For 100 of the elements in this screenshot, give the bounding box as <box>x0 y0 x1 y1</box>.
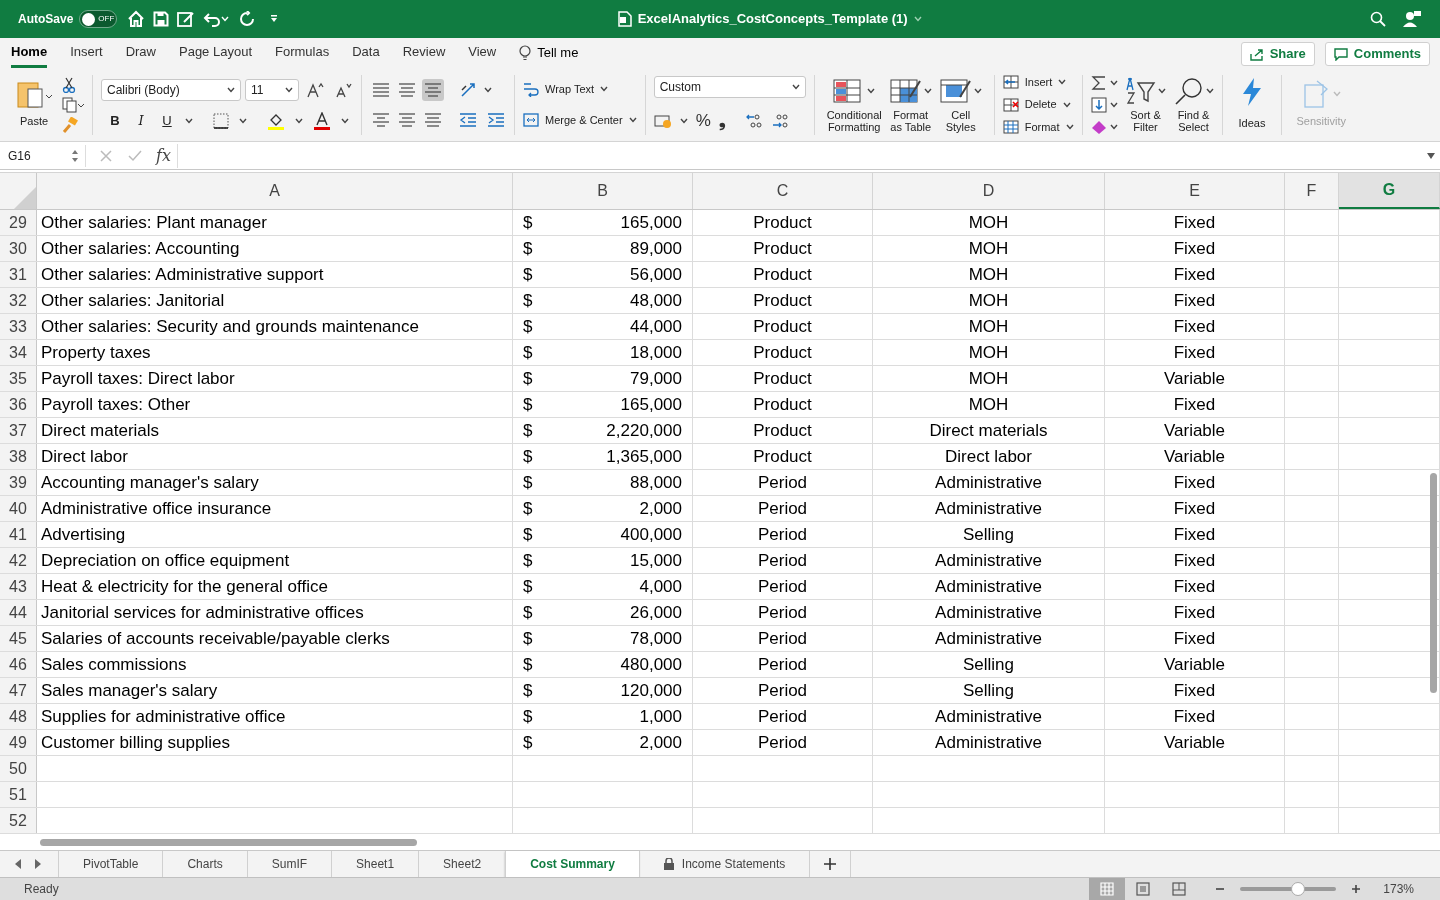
row-header[interactable]: 31 <box>0 262 37 287</box>
next-sheet-icon[interactable] <box>34 859 42 869</box>
ideas-button[interactable]: Ideas <box>1238 77 1266 132</box>
caret-icon[interactable] <box>1109 101 1118 108</box>
row-header[interactable]: 44 <box>0 600 37 625</box>
caret-icon[interactable] <box>1157 87 1166 94</box>
column-header[interactable]: G <box>1339 173 1440 209</box>
row-header[interactable]: 43 <box>0 574 37 599</box>
column-header[interactable]: C <box>693 173 873 209</box>
decrease-indent-icon[interactable] <box>458 111 478 128</box>
ribbon-tab[interactable]: View <box>468 38 497 68</box>
caret-icon[interactable] <box>1062 101 1071 108</box>
caret-icon[interactable] <box>679 117 688 124</box>
sheet-tab[interactable]: Cost Summary <box>505 851 639 877</box>
format-cells-button[interactable]: Format <box>1002 118 1074 136</box>
lightbulb-icon[interactable] <box>519 45 532 61</box>
add-sheet-icon[interactable] <box>824 858 837 870</box>
caret-icon[interactable] <box>1065 124 1074 130</box>
caret-icon[interactable] <box>600 86 609 93</box>
increase-font-icon[interactable] <box>307 81 325 98</box>
row-header[interactable]: 36 <box>0 392 37 417</box>
ribbon-tab[interactable]: Review <box>402 38 446 68</box>
decrease-font-icon[interactable] <box>335 81 353 98</box>
conditional-formatting-button[interactable]: Conditional Formatting <box>826 76 882 133</box>
row-header[interactable]: 41 <box>0 522 37 547</box>
row-header[interactable]: 37 <box>0 418 37 443</box>
row-header[interactable]: 40 <box>0 496 37 521</box>
column-header[interactable]: E <box>1105 173 1285 209</box>
search-icon[interactable] <box>1370 11 1386 27</box>
align-bottom-icon[interactable] <box>422 78 444 101</box>
home-icon[interactable] <box>127 10 146 28</box>
customize-toolbar-icon[interactable] <box>269 14 280 24</box>
column-header[interactable]: D <box>873 173 1105 209</box>
eraser-icon[interactable] <box>1090 118 1107 135</box>
autosum-icon[interactable] <box>1090 74 1107 91</box>
ribbon-tab[interactable]: Formulas <box>275 38 330 68</box>
caret-icon[interactable] <box>791 83 800 90</box>
caret-icon[interactable] <box>227 86 235 93</box>
caret-icon[interactable] <box>295 117 303 124</box>
copy-icon[interactable] <box>62 96 84 113</box>
row-header[interactable]: 35 <box>0 366 37 391</box>
increase-indent-icon[interactable] <box>486 111 506 128</box>
horizontal-scrollbar[interactable] <box>40 839 417 846</box>
comma-button[interactable]: ❟ <box>718 107 726 134</box>
undo-icon[interactable] <box>203 11 222 27</box>
delete-cells-button[interactable]: Delete <box>1002 96 1074 113</box>
row-header[interactable]: 33 <box>0 314 37 339</box>
expand-icon[interactable] <box>1426 151 1436 160</box>
person-icon[interactable] <box>1402 10 1422 28</box>
paste-button[interactable]: Paste <box>12 79 56 130</box>
scissors-icon[interactable] <box>62 76 76 93</box>
fill-down-icon[interactable] <box>1090 96 1107 113</box>
column-header[interactable]: B <box>513 173 693 209</box>
vertical-scrollbar[interactable] <box>1430 473 1437 693</box>
zoom-in-icon[interactable] <box>1351 884 1362 894</box>
zoom-level[interactable]: 173% <box>1383 880 1414 898</box>
merge-center-button[interactable]: Merge & Center <box>523 111 637 128</box>
caret-icon[interactable] <box>341 117 349 124</box>
row-header[interactable]: 38 <box>0 444 37 469</box>
previous-sheet-icon[interactable] <box>14 859 22 869</box>
sort-filter-button[interactable]: Sort & Filter <box>1125 76 1166 133</box>
comments-button[interactable]: Comments <box>1324 42 1430 66</box>
caret-icon[interactable] <box>185 117 193 124</box>
ribbon-tab[interactable]: Insert <box>70 38 103 68</box>
borders-icon[interactable] <box>213 112 229 129</box>
wrap-text-button[interactable]: Wrap Text <box>523 81 637 98</box>
row-header[interactable]: 48 <box>0 704 37 729</box>
row-header[interactable]: 32 <box>0 288 37 313</box>
caret-icon[interactable] <box>484 86 492 93</box>
ribbon-tab[interactable]: Data <box>352 38 380 68</box>
function-button[interactable]: fx <box>156 143 178 168</box>
caret-icon[interactable] <box>1109 79 1118 86</box>
bold-button[interactable]: B <box>107 110 123 131</box>
redo-icon[interactable] <box>239 11 256 27</box>
cell-styles-button[interactable]: Cell Styles <box>939 76 982 133</box>
ribbon-tab[interactable]: Draw <box>125 38 156 68</box>
zoom-thumb[interactable] <box>1290 882 1305 896</box>
name-box[interactable]: G16 <box>2 144 86 167</box>
format-as-table-button[interactable]: Format as Table <box>889 76 932 133</box>
caret-icon[interactable] <box>867 87 876 94</box>
font-name-dropdown[interactable]: Calibri (Body) <box>101 78 241 101</box>
font-size-dropdown[interactable]: 11 <box>245 78 299 101</box>
row-header[interactable]: 29 <box>0 210 37 235</box>
caret-icon[interactable] <box>923 87 932 94</box>
caret-icon[interactable] <box>1058 79 1067 85</box>
save-icon[interactable] <box>153 11 170 27</box>
edit-document-icon[interactable] <box>177 11 196 27</box>
italic-button[interactable]: I <box>133 110 149 131</box>
row-header[interactable]: 46 <box>0 652 37 677</box>
row-header[interactable]: 34 <box>0 340 37 365</box>
row-header[interactable]: 52 <box>0 808 37 833</box>
caret-icon[interactable] <box>285 86 293 93</box>
share-button[interactable]: Share <box>1240 42 1315 66</box>
caret-icon[interactable] <box>1205 87 1214 94</box>
caret-icon[interactable] <box>1109 123 1118 130</box>
insert-cells-button[interactable]: Insert <box>1002 73 1074 91</box>
tell-me-search[interactable]: Tell me <box>537 43 579 63</box>
underline-button[interactable]: U <box>159 110 175 131</box>
row-header[interactable]: 42 <box>0 548 37 573</box>
number-format-dropdown[interactable]: Custom <box>653 75 806 98</box>
